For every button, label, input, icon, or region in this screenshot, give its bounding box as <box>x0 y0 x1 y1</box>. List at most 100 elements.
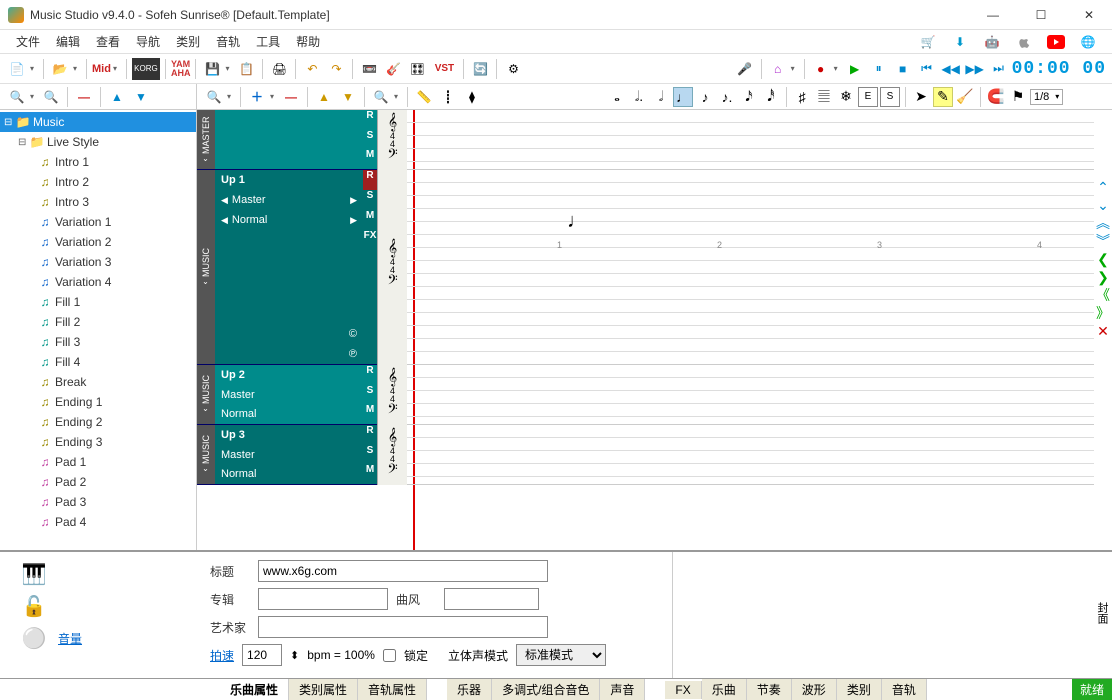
eighth-note[interactable]: ♪ <box>695 87 715 107</box>
save-button[interactable]: 💾 <box>201 58 223 80</box>
up1-r[interactable]: R <box>363 170 377 190</box>
open-button[interactable]: 📂 <box>49 58 71 80</box>
menu-view[interactable]: 查看 <box>88 33 128 50</box>
menu-track[interactable]: 音轨 <box>208 33 248 50</box>
tree-item-1[interactable]: ♫Intro 2 <box>0 172 196 192</box>
style-input[interactable] <box>444 588 539 610</box>
nav-dbl-right-icon[interactable]: 》 <box>1096 306 1110 320</box>
nav-dbl-up-icon[interactable]: ︽ <box>1096 216 1110 230</box>
up3-r[interactable]: R <box>363 425 377 445</box>
album-input[interactable] <box>258 588 388 610</box>
android-icon[interactable]: 🤖 <box>982 32 1002 52</box>
ruler-icon[interactable]: 📏 <box>413 86 435 108</box>
guitar-icon[interactable]: 🎸 <box>382 58 404 80</box>
quantize-value[interactable]: 1/8 ▾ <box>1030 89 1063 105</box>
tree-item-16[interactable]: ♫Pad 2 <box>0 472 196 492</box>
redo-button[interactable]: ↷ <box>325 58 347 80</box>
cover-area[interactable]: 封面 <box>672 552 1112 678</box>
mixer-button[interactable]: 🎛 <box>406 58 428 80</box>
tree-item-18[interactable]: ♫Pad 4 <box>0 512 196 532</box>
saveas-button[interactable]: 📋 <box>235 58 257 80</box>
eighth-dot-note[interactable]: ♪. <box>717 87 737 107</box>
settings-button[interactable]: ⚙ <box>502 58 524 80</box>
nav-right-icon[interactable]: ❯ <box>1097 270 1109 284</box>
master-m[interactable]: M <box>363 149 377 169</box>
quarter-note[interactable]: ♩ <box>673 87 693 107</box>
nav-dbl-left-icon[interactable]: 《 <box>1096 288 1110 302</box>
tree-item-0[interactable]: ♫Intro 1 <box>0 152 196 172</box>
zoom3-button[interactable]: 🔍 <box>370 86 392 108</box>
mode-select[interactable]: 标准模式 <box>516 644 606 666</box>
minimize-button[interactable]: — <box>978 8 1008 22</box>
menu-help[interactable]: 帮助 <box>288 33 328 50</box>
track-up3[interactable]: ⌄MUSIC Up 3 Master Normal R S M <box>197 425 377 485</box>
magnet-icon[interactable]: 🧲 <box>986 87 1006 107</box>
up2-m[interactable]: M <box>363 404 377 424</box>
add-button[interactable]: ＋ <box>246 86 268 108</box>
tab-track[interactable]: 音轨 <box>882 679 927 700</box>
tab-instrument[interactable]: 乐器 <box>447 679 492 700</box>
tree-item-6[interactable]: ♫Variation 4 <box>0 272 196 292</box>
close-button[interactable]: ✕ <box>1074 8 1104 22</box>
stop-button[interactable]: ■ <box>892 58 914 80</box>
up1-fx[interactable]: FX <box>363 230 377 250</box>
sharp-icon[interactable]: ♯ <box>792 87 812 107</box>
up1-s[interactable]: S <box>363 190 377 210</box>
play-button[interactable]: ▶ <box>844 58 866 80</box>
marker-icon[interactable]: ┋ <box>437 86 459 108</box>
zoom-in-button[interactable]: 🔍 <box>6 86 28 108</box>
nav-left-icon[interactable]: ❮ <box>1097 252 1109 266</box>
track-up2[interactable]: ⌄MUSIC Up 2 Master Normal R S M <box>197 365 377 425</box>
nav-down-icon[interactable]: ⌄ <box>1097 198 1109 212</box>
lock-icon[interactable]: 🔓 <box>18 592 50 620</box>
up2-tab[interactable]: ⌄MUSIC <box>197 365 215 424</box>
down-icon[interactable]: ▼ <box>130 86 152 108</box>
youtube-icon[interactable] <box>1046 32 1066 52</box>
track-canvas[interactable]: ♩ 1 2 3 4 <box>407 110 1094 550</box>
tree-item-3[interactable]: ♫Variation 1 <box>0 212 196 232</box>
forward-button[interactable]: ▶▶ <box>964 58 986 80</box>
apple-icon[interactable] <box>1014 32 1034 52</box>
tree-item-9[interactable]: ♫Fill 3 <box>0 332 196 352</box>
tree-item-4[interactable]: ♫Variation 2 <box>0 232 196 252</box>
track-master[interactable]: ⌄MASTER R S M <box>197 110 377 170</box>
nav-up-icon[interactable]: ⌃ <box>1097 180 1109 194</box>
down2-icon[interactable]: ▼ <box>337 86 359 108</box>
whole-note[interactable]: 𝅝 <box>607 87 627 107</box>
tab-combo[interactable]: 多调式/组合音色 <box>492 679 600 700</box>
menu-file[interactable]: 文件 <box>8 33 48 50</box>
half-dot-note[interactable]: 𝅗𝅥. <box>629 87 649 107</box>
cart-icon[interactable]: 🛒 <box>918 32 938 52</box>
korg-button[interactable]: KORG <box>132 58 160 80</box>
print-button[interactable]: 🖨 <box>268 58 290 80</box>
phono-icon[interactable]: ℗ <box>349 348 357 360</box>
tempo-icon[interactable]: ⧫ <box>461 86 483 108</box>
flag-icon[interactable]: ⚑ <box>1008 87 1028 107</box>
yamaha-button[interactable]: YAMAHA <box>171 60 191 76</box>
nav-close-icon[interactable]: ✕ <box>1097 324 1109 338</box>
tree-item-5[interactable]: ♫Variation 3 <box>0 252 196 272</box>
tree-item-2[interactable]: ♫Intro 3 <box>0 192 196 212</box>
eraser-icon[interactable]: 🧹 <box>955 87 975 107</box>
half-note[interactable]: 𝅗𝅥 <box>651 87 671 107</box>
record-button[interactable]: ● <box>810 58 832 80</box>
menu-edit[interactable]: 编辑 <box>48 33 88 50</box>
tree-item-12[interactable]: ♫Ending 1 <box>0 392 196 412</box>
tree-item-13[interactable]: ♫Ending 2 <box>0 412 196 432</box>
tempo-input[interactable] <box>242 644 282 666</box>
remove-button[interactable]: — <box>280 86 302 108</box>
tempo-link[interactable]: 拍速 <box>210 647 234 664</box>
thirtysecond-note[interactable]: 𝅘𝅥𝅰 <box>761 87 781 107</box>
up3-m[interactable]: M <box>363 464 377 484</box>
tab-rhythm[interactable]: 节奏 <box>747 679 792 700</box>
up2-s[interactable]: S <box>363 385 377 405</box>
tree-item-14[interactable]: ♫Ending 3 <box>0 432 196 452</box>
mid-label[interactable]: Mid <box>92 63 111 75</box>
globe-icon[interactable]: 🌐 <box>1078 32 1098 52</box>
master-tab[interactable]: ⌄MASTER <box>197 110 215 169</box>
maximize-button[interactable]: ☐ <box>1026 8 1056 22</box>
tree-item-11[interactable]: ♫Break <box>0 372 196 392</box>
tab-fx[interactable]: FX <box>665 681 701 699</box>
up2-r[interactable]: R <box>363 365 377 385</box>
zoom2-button[interactable]: 🔍 <box>203 86 225 108</box>
